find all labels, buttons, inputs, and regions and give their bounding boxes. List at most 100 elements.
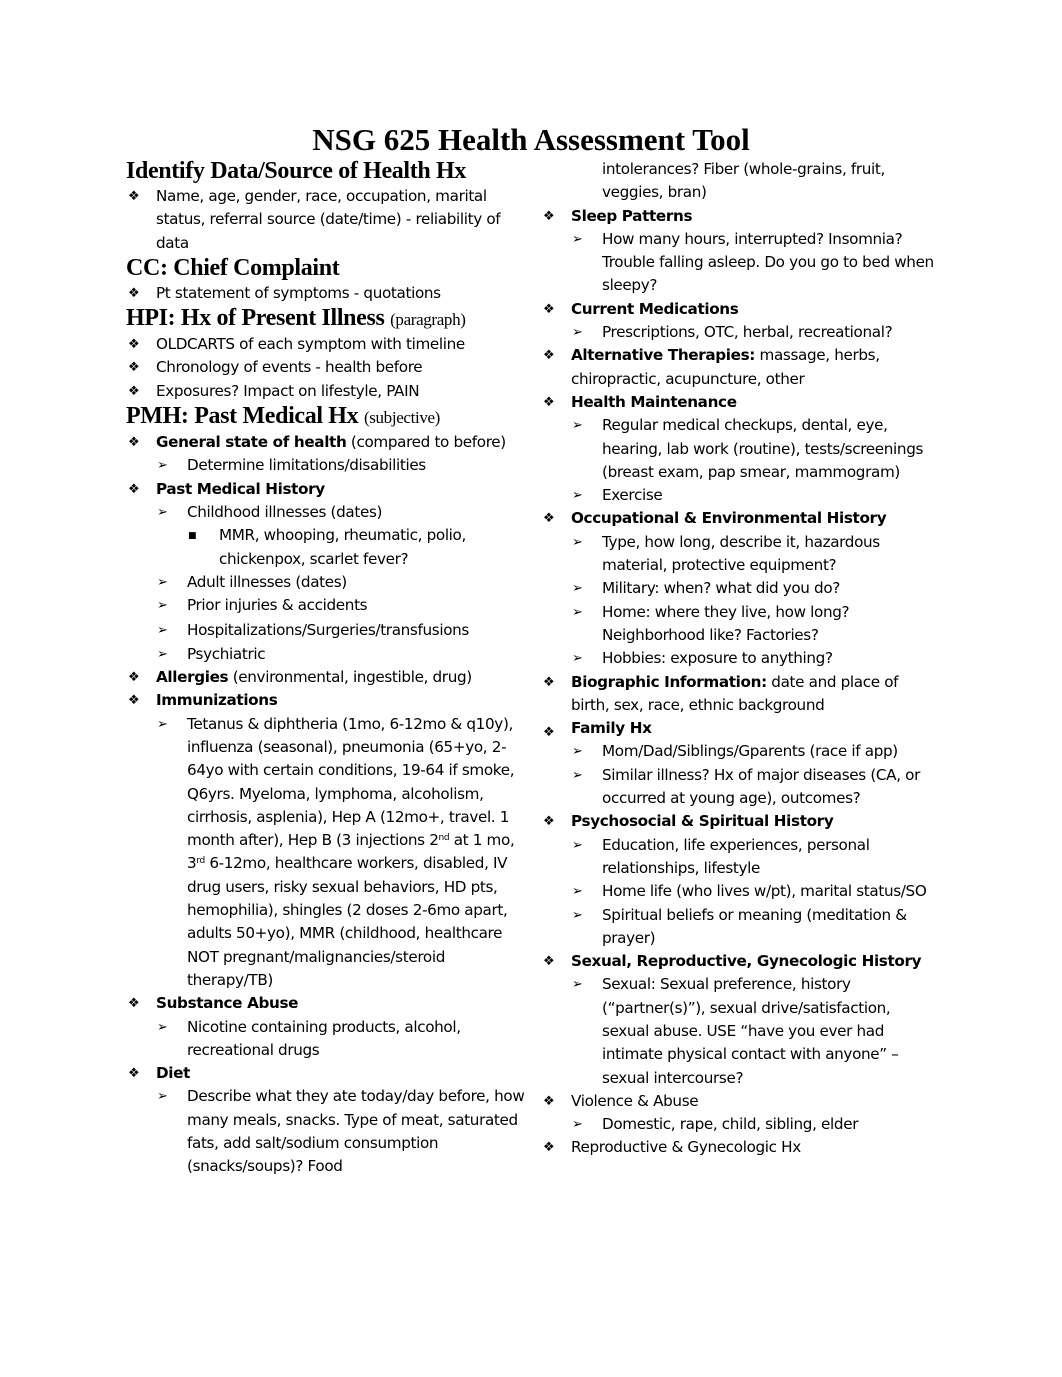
arrowhead-icon: ➢ — [572, 231, 583, 247]
four-diamond-icon: ❖ — [128, 1066, 140, 1082]
list-item: ❖ Diet — [126, 1062, 531, 1085]
list-item: ➢ Sexual: Sexual preference, history (“p… — [572, 975, 899, 1087]
four-diamond-icon: ❖ — [128, 481, 140, 497]
arrowhead-icon: ➢ — [572, 744, 583, 760]
arrowhead-icon: ➢ — [572, 837, 583, 853]
four-diamond-icon: ❖ — [543, 1140, 555, 1156]
four-diamond-icon: ❖ — [543, 208, 555, 224]
list-item: ❖ Occupational & Environmental History — [541, 507, 941, 530]
list-item: ■ MMR, whooping, rheumatic, polio, chick… — [188, 526, 466, 568]
list-item: ❖ Sexual, Reproductive, Gynecologic Hist… — [541, 950, 941, 973]
list-item: ❖ Chronology of events - health before — [126, 356, 531, 379]
square-icon: ■ — [188, 531, 197, 542]
list-item: ➢ Nicotine containing products, alcohol,… — [157, 1017, 461, 1059]
list-item: ➢ Childhood illnesses (dates) — [126, 501, 531, 524]
list-item: ➢ Home life (who lives w/pt), marital st… — [541, 880, 941, 903]
four-diamond-icon: ❖ — [543, 1093, 555, 1109]
list-item: ❖ OLDCARTS of each symptom with timeline — [126, 333, 531, 356]
four-diamond-icon: ❖ — [543, 301, 555, 317]
arrowhead-icon: ➢ — [572, 1117, 583, 1133]
list-item: ❖ Substance Abuse — [126, 992, 531, 1015]
heading-note: (subjective) — [363, 408, 440, 428]
list-item: ➢ Education, life experiences, personal … — [572, 835, 870, 877]
list-item: ➢ Hobbies: exposure to anything? — [541, 647, 941, 670]
arrowhead-icon: ➢ — [572, 977, 583, 993]
list-item: ❖ Family Hx — [541, 717, 941, 740]
list-item: ➢ Domestic, rape, child, sibling, elder — [541, 1113, 941, 1136]
arrowhead-icon: ➢ — [572, 651, 583, 667]
list-item-continuation: chiropractic, acupuncture, other — [571, 369, 805, 388]
list-item: ❖ General state of health (compared to b… — [126, 431, 531, 454]
list-item: ❖ Past Medical History — [126, 478, 531, 501]
four-diamond-icon: ❖ — [128, 693, 140, 709]
list-item: ❖ Reproductive & Gynecologic Hx — [541, 1136, 941, 1159]
four-diamond-icon: ❖ — [128, 435, 140, 451]
four-diamond-icon: ❖ — [543, 954, 555, 970]
four-diamond-icon: ❖ — [543, 674, 555, 690]
list-item: ➢ Prior injuries & accidents — [126, 594, 531, 617]
list-item: ❖ Name, age, gender, race, occupation, m… — [128, 187, 501, 252]
list-item: ➢ Similar illness? Hx of major diseases … — [572, 765, 920, 808]
four-diamond-icon: ❖ — [128, 285, 140, 301]
list-item: ➢ Describe what they ate today/day befor… — [157, 1087, 525, 1176]
four-diamond-icon: ❖ — [128, 996, 140, 1012]
arrowhead-icon: ➢ — [157, 1019, 168, 1035]
arrowhead-icon: ➢ — [572, 767, 583, 783]
list-item: ➢ Tetanus & diphtheria (1mo, 6-12mo & q1… — [157, 714, 515, 989]
list-item: ➢ Regular medical checkups, dental, eye,… — [572, 416, 924, 481]
section-heading-identify: Identify Data/Source of Health Hx — [126, 158, 466, 184]
list-item: ➢ Spiritual beliefs or meaning (meditati… — [572, 905, 907, 947]
arrowhead-icon: ➢ — [157, 504, 168, 520]
list-item: ➢ Exercise — [541, 484, 941, 507]
four-diamond-icon: ❖ — [543, 348, 555, 364]
list-item: ❖ Exposures? Impact on lifestyle, PAIN — [126, 380, 531, 403]
list-item: ➢ Type, how long, describe it, hazardous… — [572, 532, 880, 575]
list-item: ❖ Immunizations — [126, 689, 531, 712]
four-diamond-icon: ❖ — [543, 511, 555, 527]
arrowhead-icon: ➢ — [157, 646, 168, 662]
list-item: ❖ Alternative Therapies: massage, herbs, — [541, 344, 941, 367]
section-heading-cc: CC: Chief Complaint — [126, 254, 340, 281]
list-item: ➢ Military: when? what did you do? — [541, 577, 941, 600]
list-item: ➢ Prescriptions, OTC, herbal, recreation… — [541, 321, 941, 344]
four-diamond-icon: ❖ — [128, 670, 140, 686]
list-item: ❖ Allergies (environmental, ingestible, … — [126, 666, 531, 689]
four-diamond-icon: ❖ — [128, 337, 140, 353]
arrowhead-icon: ➢ — [157, 458, 168, 474]
list-item: ❖ Sleep Patterns — [541, 205, 941, 228]
list-item: ➢ How many hours, interrupted? Insomnia?… — [572, 229, 934, 295]
arrowhead-icon: ➢ — [572, 884, 583, 900]
section-heading-hpi: HPI: Hx of Present Illness (paragraph) — [126, 305, 466, 332]
four-diamond-icon: ❖ — [128, 360, 140, 376]
arrowhead-icon: ➢ — [572, 325, 583, 341]
list-item: ➢ Adult illnesses (dates) — [126, 571, 531, 594]
arrowhead-icon: ➢ — [157, 574, 168, 590]
list-item: ➢ Psychiatric — [126, 643, 531, 666]
four-diamond-icon: ❖ — [128, 383, 140, 399]
list-item: ❖ Psychosocial & Spiritual History — [541, 810, 941, 833]
heading-note: (paragraph) — [390, 310, 466, 330]
list-item: ❖ Biographic Information: date and place… — [541, 671, 941, 694]
list-item: ➢ Mom/Dad/Siblings/Gparents (race if app… — [541, 740, 941, 763]
arrowhead-icon: ➢ — [157, 1089, 168, 1105]
list-item: ➢ Determine limitations/disabilities — [126, 454, 531, 477]
arrowhead-icon: ➢ — [572, 418, 583, 434]
left-column: Identify Data/Source of Health Hx ❖ Name… — [126, 158, 531, 1179]
four-diamond-icon: ❖ — [543, 814, 555, 830]
four-diamond-icon: ❖ — [543, 394, 555, 410]
list-item: ❖ Pt statement of symptoms - quotations — [126, 282, 531, 305]
arrowhead-icon: ➢ — [572, 581, 583, 597]
list-item: ❖ Current Medications — [541, 298, 941, 321]
document-title: NSG 625 Health Assessment Tool — [312, 122, 750, 157]
right-column: intolerances? Fiber (whole-grains, fruit… — [541, 158, 941, 1160]
list-item: ❖ Health Maintenance — [541, 391, 941, 414]
arrowhead-icon: ➢ — [572, 488, 583, 504]
arrowhead-icon: ➢ — [572, 604, 583, 620]
arrowhead-icon: ➢ — [572, 907, 583, 923]
list-item-continuation: birth, sex, race, ethnic background — [571, 695, 825, 714]
list-item: ➢ Home: where they live, how long? Neigh… — [572, 602, 850, 644]
list-item: ➢ Hospitalizations/Surgeries/transfusion… — [126, 619, 531, 642]
section-heading-pmh: PMH: Past Medical Hx (subjective) — [126, 403, 440, 430]
list-item-continuation: intolerances? Fiber (whole-grains, fruit… — [602, 160, 886, 202]
arrowhead-icon: ➢ — [157, 598, 168, 614]
